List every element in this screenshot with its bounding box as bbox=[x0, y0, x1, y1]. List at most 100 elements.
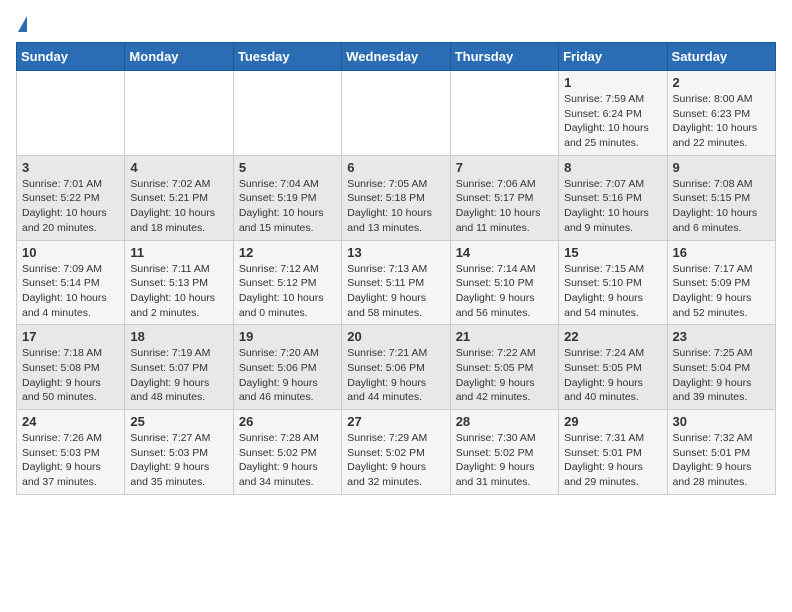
day-of-week-header: Friday bbox=[559, 43, 667, 71]
calendar-day-cell: 14 Sunrise: 7:14 AM Sunset: 5:10 PM Dayli… bbox=[450, 240, 558, 325]
day-info: Sunrise: 7:09 AM Sunset: 5:14 PM Dayligh… bbox=[22, 262, 119, 321]
day-info: Sunrise: 7:07 AM Sunset: 5:16 PM Dayligh… bbox=[564, 177, 661, 236]
day-number: 27 bbox=[347, 414, 444, 429]
day-number: 9 bbox=[673, 160, 770, 175]
day-of-week-header: Monday bbox=[125, 43, 233, 71]
days-of-week-row: SundayMondayTuesdayWednesdayThursdayFrid… bbox=[17, 43, 776, 71]
day-number: 23 bbox=[673, 329, 770, 344]
calendar-week-row: 10 Sunrise: 7:09 AM Sunset: 5:14 PM Dayli… bbox=[17, 240, 776, 325]
day-info: Sunrise: 7:26 AM Sunset: 5:03 PM Dayligh… bbox=[22, 431, 119, 490]
day-info: Sunrise: 7:30 AM Sunset: 5:02 PM Dayligh… bbox=[456, 431, 553, 490]
day-number: 13 bbox=[347, 245, 444, 260]
day-info: Sunrise: 7:14 AM Sunset: 5:10 PM Dayligh… bbox=[456, 262, 553, 321]
day-info: Sunrise: 7:12 AM Sunset: 5:12 PM Dayligh… bbox=[239, 262, 336, 321]
day-number: 7 bbox=[456, 160, 553, 175]
calendar-day-cell: 6 Sunrise: 7:05 AM Sunset: 5:18 PM Daylig… bbox=[342, 155, 450, 240]
day-info: Sunrise: 7:21 AM Sunset: 5:06 PM Dayligh… bbox=[347, 346, 444, 405]
day-info: Sunrise: 7:22 AM Sunset: 5:05 PM Dayligh… bbox=[456, 346, 553, 405]
calendar-day-cell: 29Sunrise: 7:31 AM Sunset: 5:01 PM Dayli… bbox=[559, 410, 667, 495]
day-info: Sunrise: 7:32 AM Sunset: 5:01 PM Dayligh… bbox=[673, 431, 770, 490]
day-number: 6 bbox=[347, 160, 444, 175]
day-number: 14 bbox=[456, 245, 553, 260]
day-number: 11 bbox=[130, 245, 227, 260]
day-number: 22 bbox=[564, 329, 661, 344]
day-number: 8 bbox=[564, 160, 661, 175]
day-info: Sunrise: 7:15 AM Sunset: 5:10 PM Dayligh… bbox=[564, 262, 661, 321]
calendar-day-cell: 30Sunrise: 7:32 AM Sunset: 5:01 PM Dayli… bbox=[667, 410, 775, 495]
day-of-week-header: Tuesday bbox=[233, 43, 341, 71]
day-info: Sunrise: 7:04 AM Sunset: 5:19 PM Dayligh… bbox=[239, 177, 336, 236]
calendar-day-cell: 19Sunrise: 7:20 AM Sunset: 5:06 PM Dayli… bbox=[233, 325, 341, 410]
day-number: 5 bbox=[239, 160, 336, 175]
calendar-week-row: 17 Sunrise: 7:18 AM Sunset: 5:08 PM Dayli… bbox=[17, 325, 776, 410]
calendar-day-cell: 10 Sunrise: 7:09 AM Sunset: 5:14 PM Dayli… bbox=[17, 240, 125, 325]
day-number: 25 bbox=[130, 414, 227, 429]
day-of-week-header: Wednesday bbox=[342, 43, 450, 71]
day-number: 2 bbox=[673, 75, 770, 90]
day-number: 10 bbox=[22, 245, 119, 260]
calendar-day-cell: 22 Sunrise: 7:24 AM Sunset: 5:05 PM Dayli… bbox=[559, 325, 667, 410]
calendar-day-cell: 21Sunrise: 7:22 AM Sunset: 5:05 PM Dayli… bbox=[450, 325, 558, 410]
calendar-day-cell: 24 Sunrise: 7:26 AM Sunset: 5:03 PM Dayli… bbox=[17, 410, 125, 495]
calendar-day-cell: 25 Sunrise: 7:27 AM Sunset: 5:03 PM Dayli… bbox=[125, 410, 233, 495]
calendar-day-cell: 2Sunrise: 8:00 AM Sunset: 6:23 PM Daylig… bbox=[667, 71, 775, 156]
page-header bbox=[16, 16, 776, 30]
calendar-day-cell: 23 Sunrise: 7:25 AM Sunset: 5:04 PM Dayli… bbox=[667, 325, 775, 410]
day-info: Sunrise: 7:24 AM Sunset: 5:05 PM Dayligh… bbox=[564, 346, 661, 405]
day-number: 3 bbox=[22, 160, 119, 175]
calendar-day-cell: 20 Sunrise: 7:21 AM Sunset: 5:06 PM Dayli… bbox=[342, 325, 450, 410]
day-info: Sunrise: 7:13 AM Sunset: 5:11 PM Dayligh… bbox=[347, 262, 444, 321]
calendar-day-cell: 9 Sunrise: 7:08 AM Sunset: 5:15 PM Daylig… bbox=[667, 155, 775, 240]
day-of-week-header: Saturday bbox=[667, 43, 775, 71]
day-number: 15 bbox=[564, 245, 661, 260]
day-number: 24 bbox=[22, 414, 119, 429]
day-info: Sunrise: 7:17 AM Sunset: 5:09 PM Dayligh… bbox=[673, 262, 770, 321]
day-info: Sunrise: 7:01 AM Sunset: 5:22 PM Dayligh… bbox=[22, 177, 119, 236]
calendar-day-cell: 27 Sunrise: 7:29 AM Sunset: 5:02 PM Dayli… bbox=[342, 410, 450, 495]
calendar-day-cell: 12 Sunrise: 7:12 AM Sunset: 5:12 PM Dayli… bbox=[233, 240, 341, 325]
calendar-day-cell: 13 Sunrise: 7:13 AM Sunset: 5:11 PM Dayli… bbox=[342, 240, 450, 325]
day-info: Sunrise: 7:05 AM Sunset: 5:18 PM Dayligh… bbox=[347, 177, 444, 236]
day-number: 4 bbox=[130, 160, 227, 175]
day-number: 16 bbox=[673, 245, 770, 260]
day-of-week-header: Sunday bbox=[17, 43, 125, 71]
day-info: Sunrise: 7:11 AM Sunset: 5:13 PM Dayligh… bbox=[130, 262, 227, 321]
logo bbox=[16, 16, 29, 30]
day-info: Sunrise: 7:28 AM Sunset: 5:02 PM Dayligh… bbox=[239, 431, 336, 490]
day-number: 20 bbox=[347, 329, 444, 344]
day-info: Sunrise: 7:02 AM Sunset: 5:21 PM Dayligh… bbox=[130, 177, 227, 236]
calendar-day-cell: 18Sunrise: 7:19 AM Sunset: 5:07 PM Dayli… bbox=[125, 325, 233, 410]
calendar-day-cell: 3 Sunrise: 7:01 AM Sunset: 5:22 PM Daylig… bbox=[17, 155, 125, 240]
calendar-week-row: 3 Sunrise: 7:01 AM Sunset: 5:22 PM Daylig… bbox=[17, 155, 776, 240]
calendar-week-row: 24 Sunrise: 7:26 AM Sunset: 5:03 PM Dayli… bbox=[17, 410, 776, 495]
day-info: Sunrise: 7:27 AM Sunset: 5:03 PM Dayligh… bbox=[130, 431, 227, 490]
calendar-header: SundayMondayTuesdayWednesdayThursdayFrid… bbox=[17, 43, 776, 71]
day-number: 28 bbox=[456, 414, 553, 429]
calendar-day-cell: 26Sunrise: 7:28 AM Sunset: 5:02 PM Dayli… bbox=[233, 410, 341, 495]
day-number: 17 bbox=[22, 329, 119, 344]
day-number: 1 bbox=[564, 75, 661, 90]
day-number: 19 bbox=[239, 329, 336, 344]
day-info: Sunrise: 7:59 AM Sunset: 6:24 PM Dayligh… bbox=[564, 92, 661, 151]
calendar-day-cell bbox=[17, 71, 125, 156]
day-info: Sunrise: 7:25 AM Sunset: 5:04 PM Dayligh… bbox=[673, 346, 770, 405]
calendar-day-cell bbox=[125, 71, 233, 156]
calendar-day-cell: 1 Sunrise: 7:59 AM Sunset: 6:24 PM Daylig… bbox=[559, 71, 667, 156]
day-info: Sunrise: 7:29 AM Sunset: 5:02 PM Dayligh… bbox=[347, 431, 444, 490]
day-of-week-header: Thursday bbox=[450, 43, 558, 71]
day-number: 29 bbox=[564, 414, 661, 429]
day-info: Sunrise: 7:06 AM Sunset: 5:17 PM Dayligh… bbox=[456, 177, 553, 236]
calendar-body: 1 Sunrise: 7:59 AM Sunset: 6:24 PM Daylig… bbox=[17, 71, 776, 495]
day-info: Sunrise: 7:08 AM Sunset: 5:15 PM Dayligh… bbox=[673, 177, 770, 236]
calendar-day-cell bbox=[233, 71, 341, 156]
calendar-day-cell: 17 Sunrise: 7:18 AM Sunset: 5:08 PM Dayli… bbox=[17, 325, 125, 410]
calendar-day-cell: 28 Sunrise: 7:30 AM Sunset: 5:02 PM Dayli… bbox=[450, 410, 558, 495]
calendar-day-cell: 5 Sunrise: 7:04 AM Sunset: 5:19 PM Daylig… bbox=[233, 155, 341, 240]
calendar-day-cell: 16 Sunrise: 7:17 AM Sunset: 5:09 PM Dayli… bbox=[667, 240, 775, 325]
calendar-day-cell: 15 Sunrise: 7:15 AM Sunset: 5:10 PM Dayli… bbox=[559, 240, 667, 325]
calendar-table: SundayMondayTuesdayWednesdayThursdayFrid… bbox=[16, 42, 776, 495]
day-info: Sunrise: 7:19 AM Sunset: 5:07 PM Dayligh… bbox=[130, 346, 227, 405]
calendar-day-cell bbox=[450, 71, 558, 156]
day-info: Sunrise: 7:18 AM Sunset: 5:08 PM Dayligh… bbox=[22, 346, 119, 405]
day-number: 12 bbox=[239, 245, 336, 260]
